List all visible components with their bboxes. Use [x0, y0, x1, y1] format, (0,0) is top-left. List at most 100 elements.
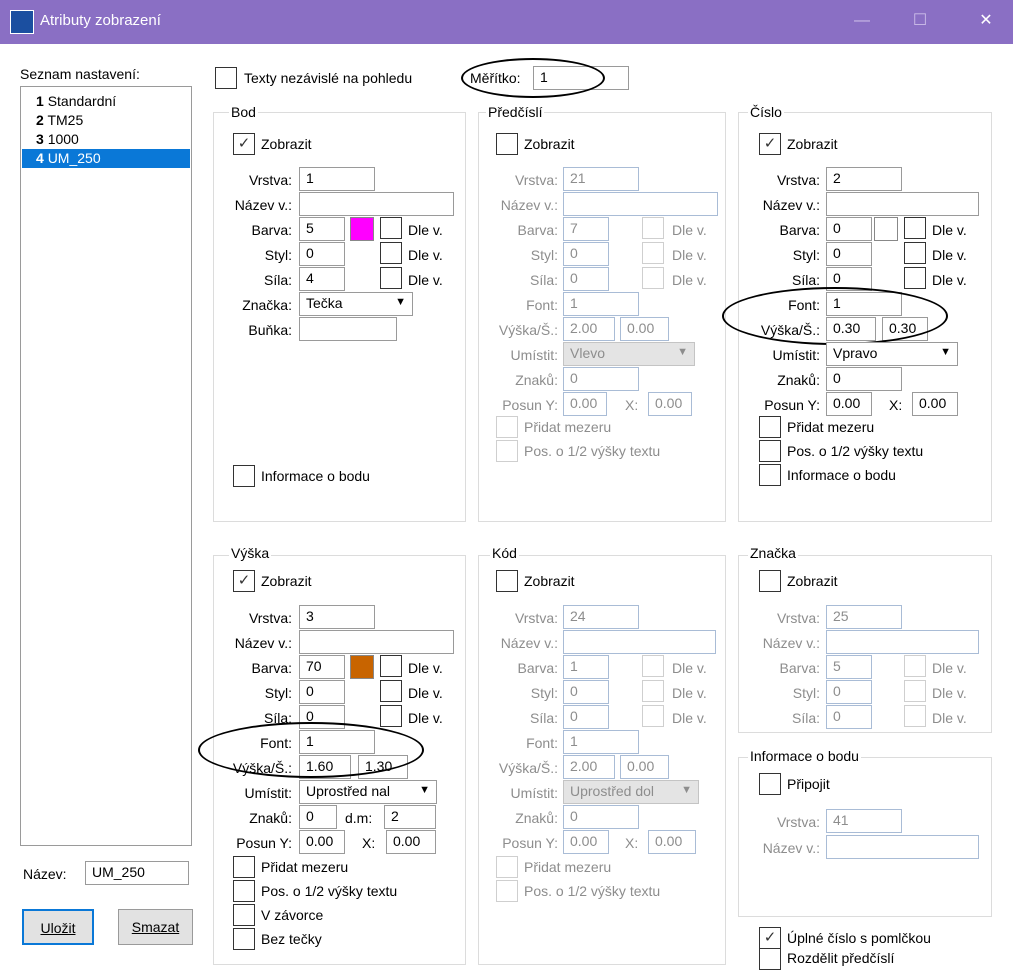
cislo-barva-dlev-checkbox[interactable]: [904, 217, 926, 239]
settings-list[interactable]: 1 Standardní 2 TM25 3 1000 4 UM_250: [20, 86, 192, 846]
vyska-posun-y-input[interactable]: 0.00: [299, 830, 345, 854]
name-input[interactable]: UM_250: [85, 861, 189, 885]
predcisli-znaku-input[interactable]: 0: [563, 367, 639, 391]
list-item-selected[interactable]: 4 UM_250: [22, 149, 190, 168]
kod-sila-dlev-checkbox[interactable]: [642, 705, 664, 727]
predcisli-mezera-checkbox[interactable]: [496, 416, 518, 438]
kod-sirka-input[interactable]: 0.00: [620, 755, 669, 779]
predcisli-styl-input[interactable]: 0: [563, 242, 609, 266]
vyska-znaku-input[interactable]: 0: [299, 805, 337, 829]
kod-znaku-input[interactable]: 0: [563, 805, 639, 829]
cislo-sila-dlev-checkbox[interactable]: [904, 267, 926, 289]
znacka-sila-input[interactable]: 0: [826, 705, 872, 729]
cislo-mezera-checkbox[interactable]: [759, 416, 781, 438]
bod-bunka-input[interactable]: [299, 317, 397, 341]
kod-umistit-select[interactable]: Uprostřed dol ▼: [563, 780, 699, 804]
predcisli-posun-x-input[interactable]: 0.00: [648, 392, 692, 416]
independent-checkbox[interactable]: [215, 67, 237, 89]
kod-nazev-input[interactable]: [563, 630, 716, 654]
rozdelit-checkbox[interactable]: [759, 948, 781, 970]
znacka-styl-input[interactable]: 0: [826, 680, 872, 704]
list-item[interactable]: 3 1000: [22, 130, 190, 149]
bod-barva-input[interactable]: 5: [299, 217, 345, 241]
save-button[interactable]: Uložit: [22, 909, 94, 945]
kod-styl-dlev-checkbox[interactable]: [642, 680, 664, 702]
predcisli-posun-y-input[interactable]: 0.00: [563, 392, 607, 416]
list-item[interactable]: 1 Standardní: [22, 92, 190, 111]
cislo-styl-input[interactable]: 0: [826, 242, 872, 266]
predcisli-sila-input[interactable]: 0: [563, 267, 609, 291]
bod-styl-dlev-checkbox[interactable]: [380, 242, 402, 264]
cislo-show-checkbox[interactable]: ✓: [759, 133, 781, 155]
bod-info-checkbox[interactable]: [233, 465, 255, 487]
predcisli-vyska-input[interactable]: 2.00: [563, 317, 615, 341]
cislo-znaku-input[interactable]: 0: [826, 367, 902, 391]
cislo-vrstva-input[interactable]: 2: [826, 167, 902, 191]
predcisli-umistit-select[interactable]: Vlevo ▼: [563, 342, 695, 366]
znacka-show-checkbox[interactable]: [759, 570, 781, 592]
znacka-sila-dlev-checkbox[interactable]: [904, 705, 926, 727]
predcisli-pos12-checkbox[interactable]: [496, 440, 518, 462]
cislo-info-checkbox[interactable]: [759, 464, 781, 486]
kod-barva-input[interactable]: 1: [563, 655, 609, 679]
bod-sila-input[interactable]: 4: [299, 267, 345, 291]
predcisli-show-checkbox[interactable]: [496, 133, 518, 155]
bod-vrstva-input[interactable]: 1: [299, 167, 375, 191]
bod-styl-input[interactable]: 0: [299, 242, 345, 266]
vyska-mezera-checkbox[interactable]: [233, 856, 255, 878]
predcisli-font-input[interactable]: 1: [563, 292, 639, 316]
kod-barva-dlev-checkbox[interactable]: [642, 655, 664, 677]
predcisli-nazev-input[interactable]: [563, 192, 718, 216]
uplne-checkbox[interactable]: ✓: [759, 927, 781, 949]
cislo-barva-input[interactable]: 0: [826, 217, 872, 241]
vyska-barva-dlev-checkbox[interactable]: [380, 655, 402, 677]
vyska-barva-input[interactable]: 70: [299, 655, 345, 679]
vyska-vrstva-input[interactable]: 3: [299, 605, 375, 629]
kod-show-checkbox[interactable]: [496, 570, 518, 592]
cislo-pos12-checkbox[interactable]: [759, 440, 781, 462]
predcisli-sirka-input[interactable]: 0.00: [620, 317, 669, 341]
znacka-barva-input[interactable]: 5: [826, 655, 872, 679]
vyska-zavorce-checkbox[interactable]: [233, 904, 255, 926]
kod-styl-input[interactable]: 0: [563, 680, 609, 704]
cislo-umistit-select[interactable]: Vpravo ▼: [826, 342, 958, 366]
vyska-bez-checkbox[interactable]: [233, 928, 255, 950]
kod-posun-y-input[interactable]: 0.00: [563, 830, 609, 854]
predcisli-barva-input[interactable]: 7: [563, 217, 609, 241]
predcisli-barva-dlev-checkbox[interactable]: [642, 217, 664, 239]
bod-nazev-input[interactable]: [299, 192, 454, 216]
bod-sila-dlev-checkbox[interactable]: [380, 267, 402, 289]
infobod-vrstva-input[interactable]: 41: [826, 809, 902, 833]
bod-znacka-select[interactable]: Tečka ▼: [299, 292, 413, 316]
vyska-styl-dlev-checkbox[interactable]: [380, 680, 402, 702]
delete-button[interactable]: Smazat: [118, 909, 193, 945]
predcisli-vrstva-input[interactable]: 21: [563, 167, 639, 191]
predcisli-styl-dlev-checkbox[interactable]: [642, 242, 664, 264]
vyska-color-swatch[interactable]: [350, 655, 374, 679]
cislo-color-swatch[interactable]: [874, 217, 898, 241]
znacka-barva-dlev-checkbox[interactable]: [904, 655, 926, 677]
infobod-nazev-input[interactable]: [826, 835, 979, 859]
kod-posun-x-input[interactable]: 0.00: [648, 830, 696, 854]
cislo-posun-x-input[interactable]: 0.00: [912, 392, 958, 416]
minimize-button[interactable]: —: [848, 8, 876, 34]
bod-barva-dlev-checkbox[interactable]: [380, 217, 402, 239]
bod-color-swatch[interactable]: [350, 217, 374, 241]
list-item[interactable]: 2 TM25: [22, 111, 190, 130]
title-bar[interactable]: Atributy zobrazení — ☐ ✕: [0, 0, 1013, 44]
vyska-show-checkbox[interactable]: ✓: [233, 570, 255, 592]
vyska-nazev-input[interactable]: [299, 630, 454, 654]
bod-show-checkbox[interactable]: ✓: [233, 133, 255, 155]
kod-pos12-checkbox[interactable]: [496, 880, 518, 902]
vyska-umistit-select[interactable]: Uprostřed nal ▼: [299, 780, 437, 804]
infobod-pripojit-checkbox[interactable]: [759, 773, 781, 795]
close-button[interactable]: ✕: [972, 8, 1000, 34]
kod-mezera-checkbox[interactable]: [496, 856, 518, 878]
kod-sila-input[interactable]: 0: [563, 705, 609, 729]
vyska-pos12-checkbox[interactable]: [233, 880, 255, 902]
vyska-posun-x-input[interactable]: 0.00: [386, 830, 436, 854]
vyska-dm-input[interactable]: 2: [384, 805, 436, 829]
znacka-vrstva-input[interactable]: 25: [826, 605, 902, 629]
cislo-nazev-input[interactable]: [826, 192, 979, 216]
predcisli-sila-dlev-checkbox[interactable]: [642, 267, 664, 289]
